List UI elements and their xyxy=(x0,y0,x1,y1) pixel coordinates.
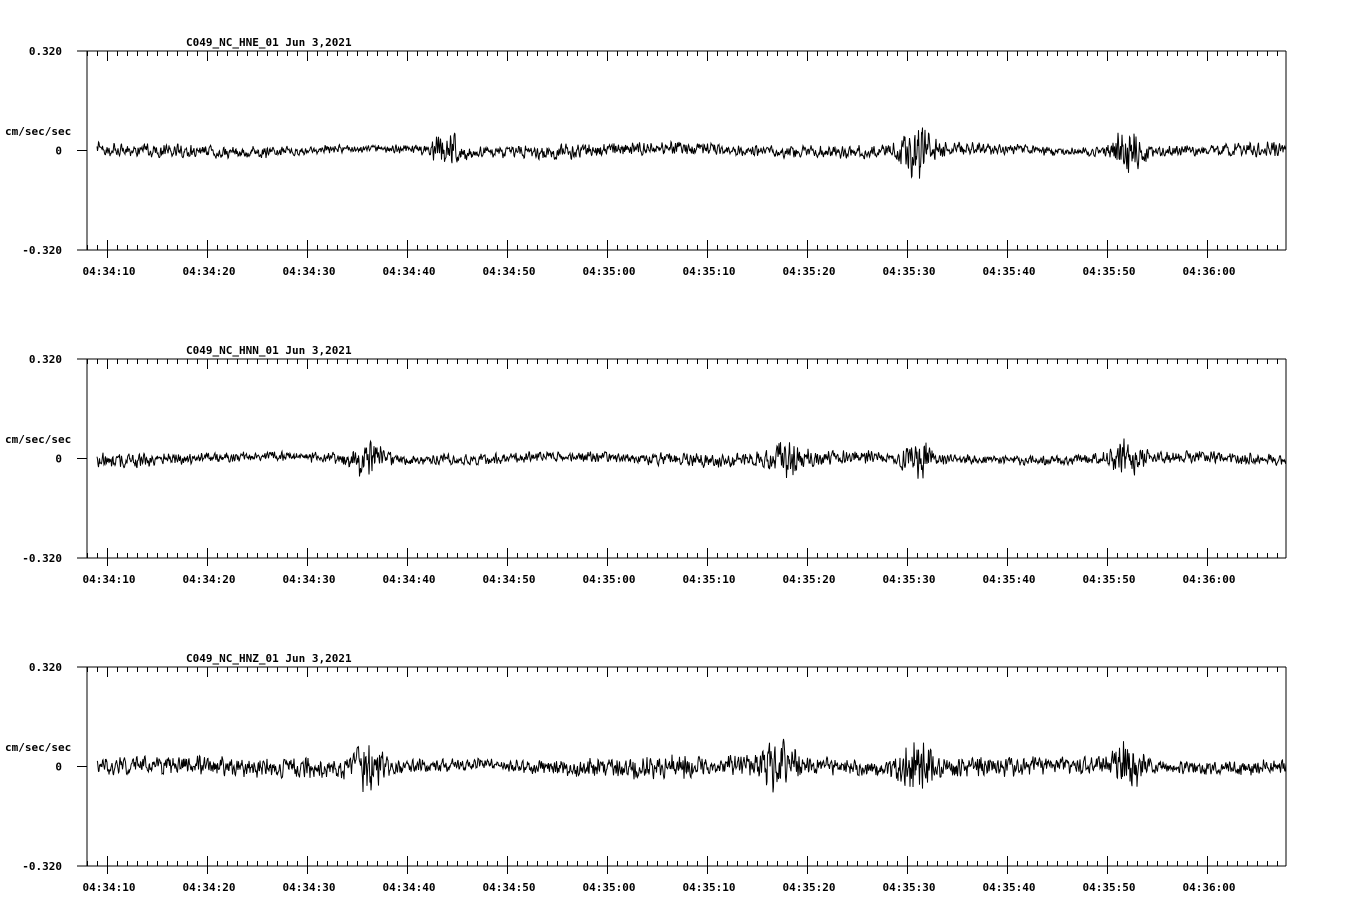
y-axis-label: cm/sec/sec xyxy=(5,433,71,446)
x-tick-label: 04:35:50 xyxy=(1083,573,1136,586)
panel-2: 04:34:10 04:34:20 04:34:30 04:34:40 04:34:50… xyxy=(5,344,1287,586)
x-tick-label: 04:34:30 xyxy=(283,265,336,278)
x-tick-label: 04:34:20 xyxy=(183,573,236,586)
x-tick-label: 04:35:20 xyxy=(783,573,836,586)
x-tick-label: 04:34:50 xyxy=(483,573,536,586)
x-tick-label: 04:35:00 xyxy=(583,881,636,894)
x-tick-label: 04:34:30 xyxy=(283,881,336,894)
x-tick-label: 04:36:00 xyxy=(1183,881,1236,894)
x-tick-label: 04:35:10 xyxy=(683,265,736,278)
x-tick-label: 04:34:10 xyxy=(83,265,136,278)
waveform-trace xyxy=(96,127,1287,179)
x-tick-label: 04:35:50 xyxy=(1083,881,1136,894)
x-tick-label: 04:34:50 xyxy=(483,265,536,278)
x-tick-label: 04:34:20 xyxy=(183,265,236,278)
x-tick-label: 04:35:30 xyxy=(883,573,936,586)
x-tick-label: 04:35:30 xyxy=(883,265,936,278)
x-tick-label: 04:35:30 xyxy=(883,881,936,894)
waveform-trace xyxy=(96,438,1287,479)
x-tick-label: 04:34:40 xyxy=(383,573,436,586)
x-tick-label: 04:36:00 xyxy=(1183,573,1236,586)
panel-1: 04:34:10 04:34:20 04:34:30 04:34:40 04:34:50… xyxy=(5,36,1287,278)
y-tick-label-zero: 0 xyxy=(55,145,62,158)
x-tick-label: 04:35:50 xyxy=(1083,265,1136,278)
panel-title: C049_NC_HNZ_01 Jun 3,2021 xyxy=(186,652,352,665)
x-tick-label: 04:35:40 xyxy=(983,265,1036,278)
y-tick-label-zero: 0 xyxy=(55,453,62,466)
panel-title: C049_NC_HNE_01 Jun 3,2021 xyxy=(186,36,352,49)
x-tick-label: 04:35:20 xyxy=(783,881,836,894)
x-tick-label: 04:35:00 xyxy=(583,573,636,586)
panel-3: 04:34:10 04:34:20 04:34:30 04:34:40 04:34:50… xyxy=(5,652,1287,894)
y-tick-label-max: 0.320 xyxy=(29,353,62,366)
y-tick-label-min: -0.320 xyxy=(22,552,62,565)
y-tick-label-max: 0.320 xyxy=(29,661,62,674)
x-tick-label: 04:34:40 xyxy=(383,881,436,894)
x-tick-label: 04:34:20 xyxy=(183,881,236,894)
x-tick-label: 04:35:40 xyxy=(983,881,1036,894)
x-tick-label: 04:34:30 xyxy=(283,573,336,586)
x-tick-label: 04:36:00 xyxy=(1183,265,1236,278)
y-tick-label-min: -0.320 xyxy=(22,244,62,257)
x-tick-label: 04:35:10 xyxy=(683,573,736,586)
x-tick-label: 04:34:50 xyxy=(483,881,536,894)
panel-title: C049_NC_HNN_01 Jun 3,2021 xyxy=(186,344,352,357)
x-tick-label: 04:34:10 xyxy=(83,881,136,894)
x-tick-label: 04:35:00 xyxy=(583,265,636,278)
y-tick-label-max: 0.320 xyxy=(29,45,62,58)
x-tick-label: 04:35:20 xyxy=(783,265,836,278)
waveform-trace xyxy=(96,738,1287,793)
y-tick-label-min: -0.320 xyxy=(22,860,62,873)
x-tick-label: 04:35:40 xyxy=(983,573,1036,586)
x-tick-label: 04:34:40 xyxy=(383,265,436,278)
y-axis-label: cm/sec/sec xyxy=(5,741,71,754)
y-axis-label: cm/sec/sec xyxy=(5,125,71,138)
x-tick-label: 04:35:10 xyxy=(683,881,736,894)
seismogram-plot: 04:34:10 04:34:20 04:34:30 04:34:40 04:34:50… xyxy=(5,36,1287,894)
y-tick-label-zero: 0 xyxy=(55,761,62,774)
x-tick-label: 04:34:10 xyxy=(83,573,136,586)
